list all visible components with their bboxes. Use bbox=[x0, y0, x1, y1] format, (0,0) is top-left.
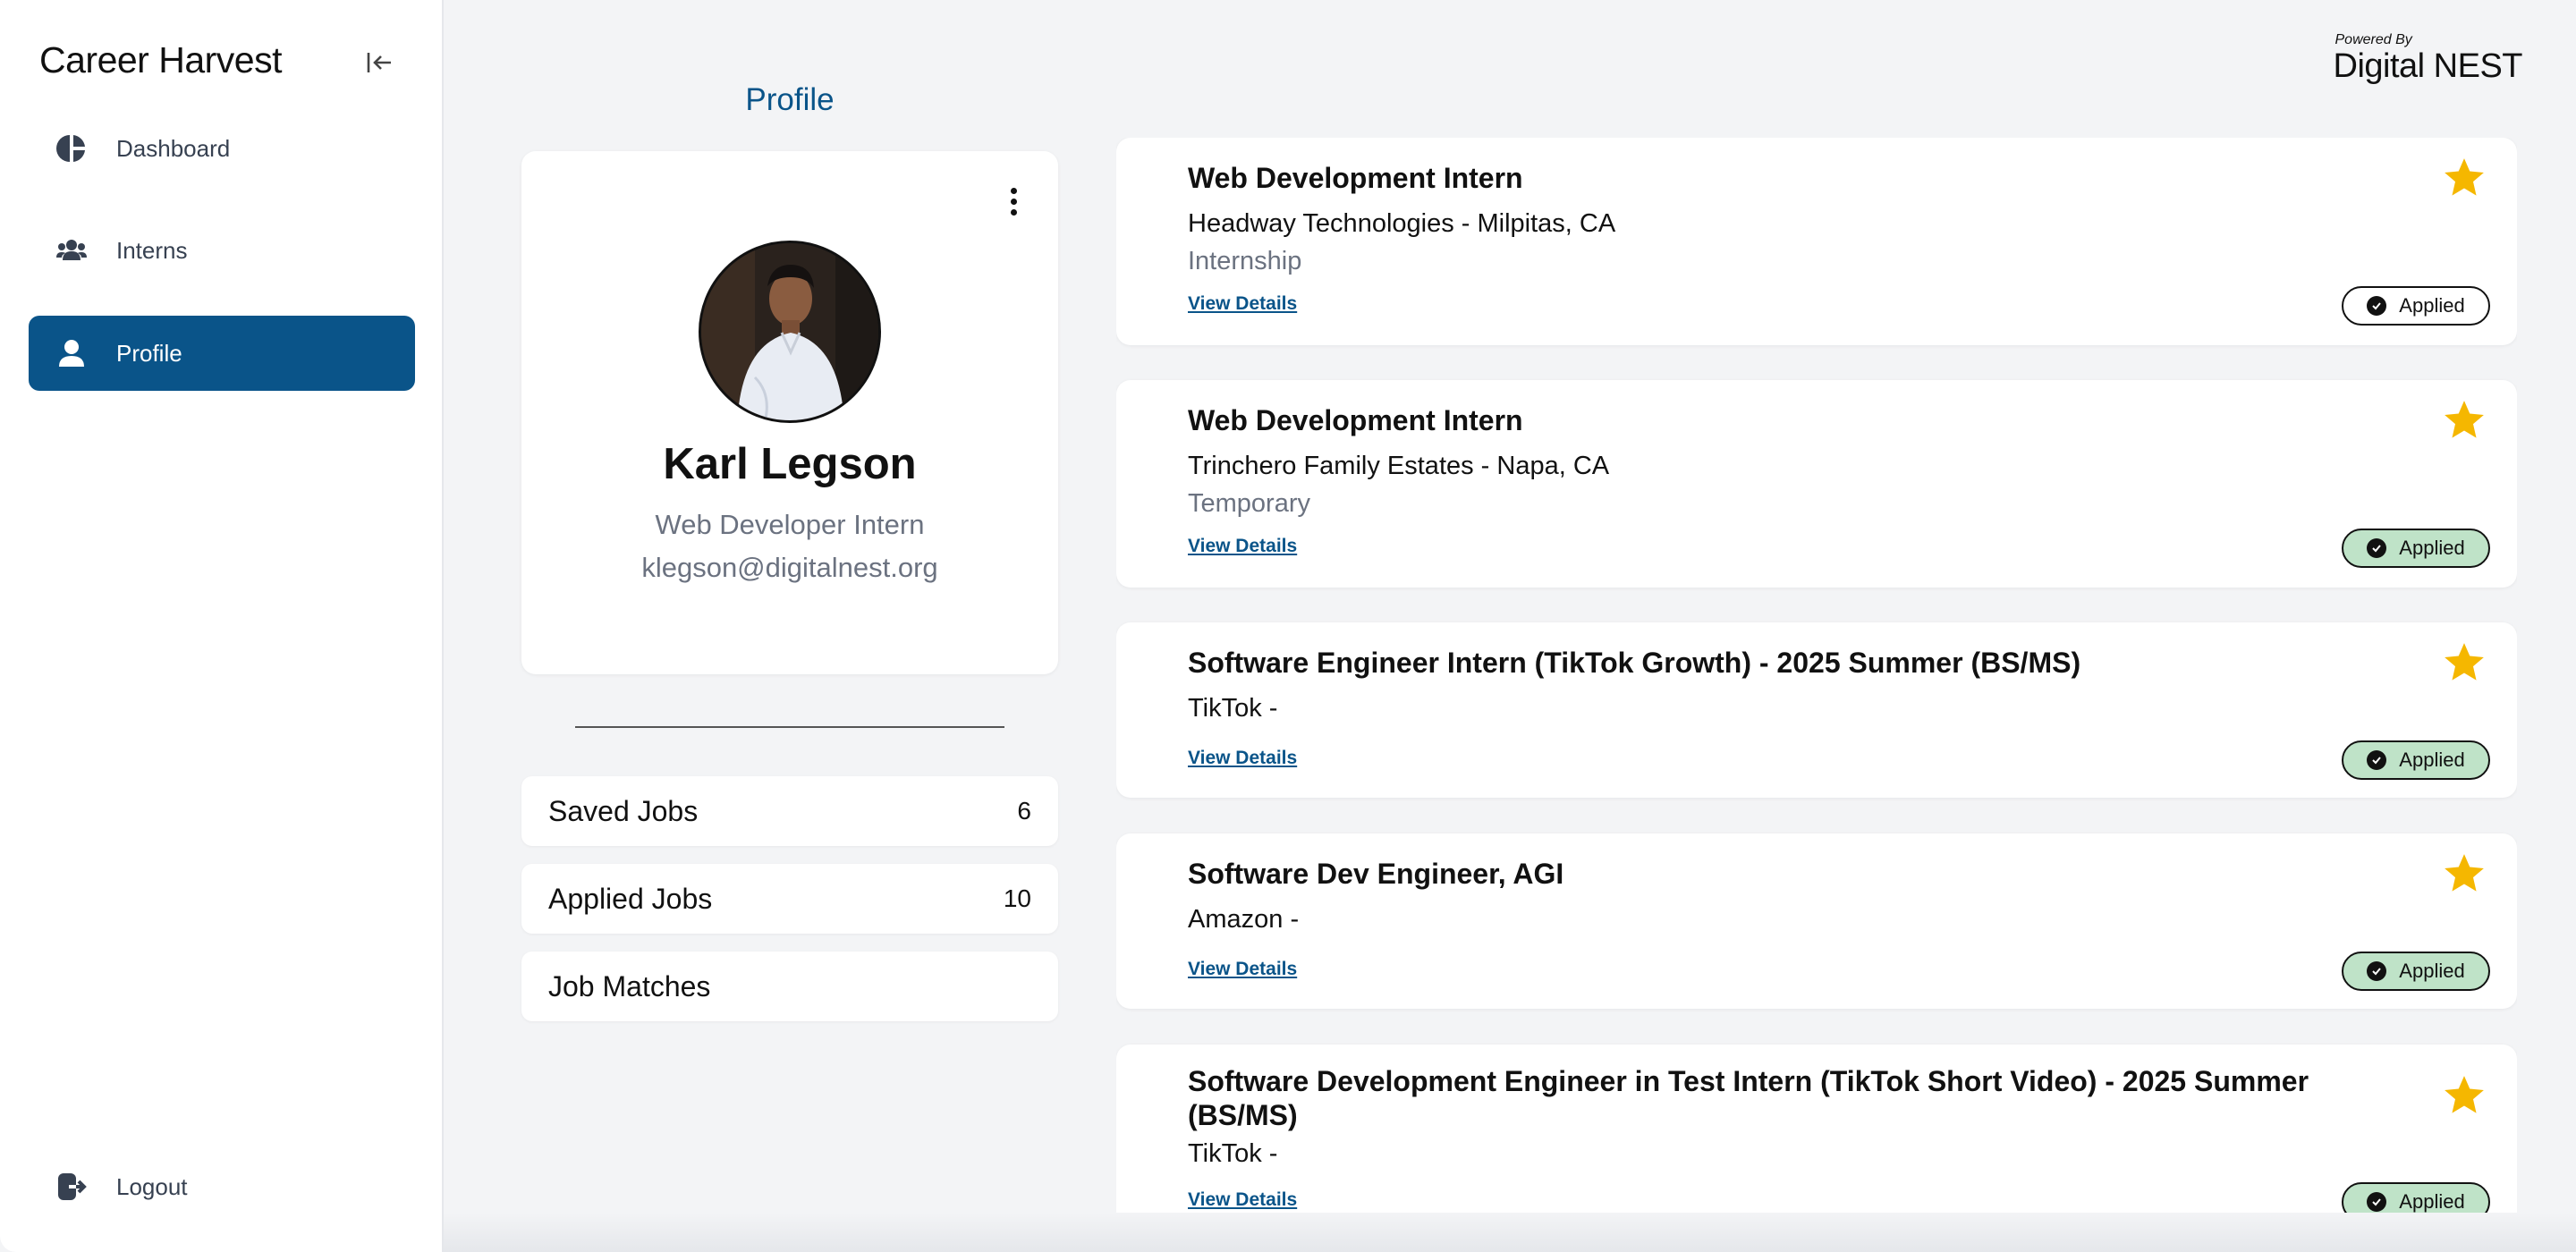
job-card: Software Development Engineer in Test In… bbox=[1116, 1045, 2517, 1213]
job-card: Software Dev Engineer, AGI Amazon - View… bbox=[1116, 833, 2517, 1009]
bottom-edge bbox=[444, 1213, 2576, 1252]
applied-badge[interactable]: Applied bbox=[2342, 1182, 2490, 1213]
sidebar-item-label: Dashboard bbox=[116, 134, 231, 162]
logout-button[interactable]: Logout bbox=[29, 1149, 415, 1224]
saved-jobs-count: 6 bbox=[1017, 797, 1031, 825]
app-title: Career Harvest bbox=[39, 39, 282, 80]
applied-badge[interactable]: Applied bbox=[2342, 529, 2490, 568]
job-title: Web Development Intern bbox=[1188, 404, 1523, 436]
job-type: Temporary bbox=[1188, 489, 1310, 518]
profile-role: Web Developer Intern bbox=[655, 509, 925, 540]
check-circle-icon bbox=[2367, 296, 2387, 316]
star-icon[interactable] bbox=[2442, 1073, 2487, 1118]
job-title: Software Dev Engineer, AGI bbox=[1188, 858, 1564, 890]
logout-icon bbox=[55, 1171, 88, 1203]
powered-by-logo: Powered By Digital NEST bbox=[2334, 32, 2523, 84]
applied-jobs-row[interactable]: Applied Jobs 10 bbox=[521, 864, 1058, 934]
applied-jobs-count: 10 bbox=[1003, 884, 1031, 912]
collapse-icon bbox=[367, 53, 391, 72]
avatar-image bbox=[701, 243, 878, 420]
kebab-dot bbox=[1010, 208, 1017, 216]
star-icon[interactable] bbox=[2442, 640, 2487, 685]
brand-name: Digital NEST bbox=[2333, 47, 2523, 85]
saved-jobs-row[interactable]: Saved Jobs 6 bbox=[521, 776, 1058, 846]
job-company: TikTok - bbox=[1188, 694, 1278, 723]
sidebar: Career Harvest Dashboard Interns Profile… bbox=[0, 0, 444, 1252]
job-company: Amazon - bbox=[1188, 905, 1300, 934]
view-details-link[interactable]: View Details bbox=[1188, 959, 1297, 980]
view-details-link[interactable]: View Details bbox=[1188, 293, 1297, 315]
job-card: Web Development Intern Trinchero Family … bbox=[1116, 380, 2517, 588]
view-details-link[interactable]: View Details bbox=[1188, 536, 1297, 557]
job-list[interactable]: Web Development Intern Headway Technolog… bbox=[1116, 138, 2517, 1213]
job-matches-label: Job Matches bbox=[548, 969, 711, 1002]
status-label: Applied bbox=[2399, 960, 2465, 982]
job-title: Web Development Intern bbox=[1188, 162, 1523, 194]
sidebar-item-profile[interactable]: Profile bbox=[29, 316, 415, 391]
job-title: Software Engineer Intern (TikTok Growth)… bbox=[1188, 647, 2081, 679]
check-circle-icon bbox=[2367, 538, 2387, 558]
applied-badge[interactable]: Applied bbox=[2342, 952, 2490, 991]
applied-badge[interactable]: Applied bbox=[2342, 286, 2490, 326]
status-label: Applied bbox=[2399, 537, 2465, 559]
more-options-button[interactable] bbox=[1004, 183, 1022, 219]
star-icon[interactable] bbox=[2442, 398, 2487, 443]
check-circle-icon bbox=[2367, 1192, 2387, 1212]
job-title: Software Development Engineer in Test In… bbox=[1188, 1065, 2309, 1131]
users-icon bbox=[55, 234, 88, 266]
divider bbox=[575, 726, 1004, 728]
job-matches-row[interactable]: Job Matches bbox=[521, 952, 1058, 1021]
sidebar-item-interns[interactable]: Interns bbox=[29, 213, 415, 288]
sidebar-item-label: Profile bbox=[116, 339, 182, 367]
user-icon bbox=[55, 337, 88, 369]
check-circle-icon bbox=[2367, 750, 2387, 770]
job-card: Software Engineer Intern (TikTok Growth)… bbox=[1116, 622, 2517, 798]
collapse-sidebar-button[interactable] bbox=[361, 45, 397, 80]
view-details-link[interactable]: View Details bbox=[1188, 1189, 1297, 1211]
view-details-link[interactable]: View Details bbox=[1188, 748, 1297, 769]
job-company: Headway Technologies - Milpitas, CA bbox=[1188, 209, 1616, 238]
page-title: Profile bbox=[745, 82, 835, 117]
job-type: Internship bbox=[1188, 247, 1302, 275]
job-company: TikTok - bbox=[1188, 1139, 1278, 1168]
sidebar-item-dashboard[interactable]: Dashboard bbox=[29, 111, 415, 186]
profile-name: Karl Legson bbox=[663, 440, 917, 488]
powered-by-text: Powered By bbox=[2334, 32, 2412, 47]
kebab-dot bbox=[1010, 198, 1017, 205]
status-label: Applied bbox=[2399, 1190, 2465, 1213]
check-circle-icon bbox=[2367, 961, 2387, 981]
sidebar-item-label: Interns bbox=[116, 236, 188, 264]
star-icon[interactable] bbox=[2442, 156, 2487, 200]
job-card: Web Development Intern Headway Technolog… bbox=[1116, 138, 2517, 345]
status-label: Applied bbox=[2399, 749, 2465, 771]
avatar bbox=[699, 241, 881, 423]
applied-jobs-label: Applied Jobs bbox=[548, 882, 713, 915]
dashboard-icon bbox=[55, 132, 88, 165]
profile-email: klegson@digitalnest.org bbox=[641, 552, 938, 583]
applied-badge[interactable]: Applied bbox=[2342, 740, 2490, 780]
status-label: Applied bbox=[2399, 294, 2465, 317]
logout-label: Logout bbox=[116, 1172, 188, 1200]
job-company: Trinchero Family Estates - Napa, CA bbox=[1188, 452, 1610, 480]
kebab-dot bbox=[1010, 187, 1017, 194]
saved-jobs-label: Saved Jobs bbox=[548, 794, 699, 827]
profile-card: Karl Legson Web Developer Intern klegson… bbox=[521, 151, 1058, 674]
star-icon[interactable] bbox=[2442, 851, 2487, 896]
